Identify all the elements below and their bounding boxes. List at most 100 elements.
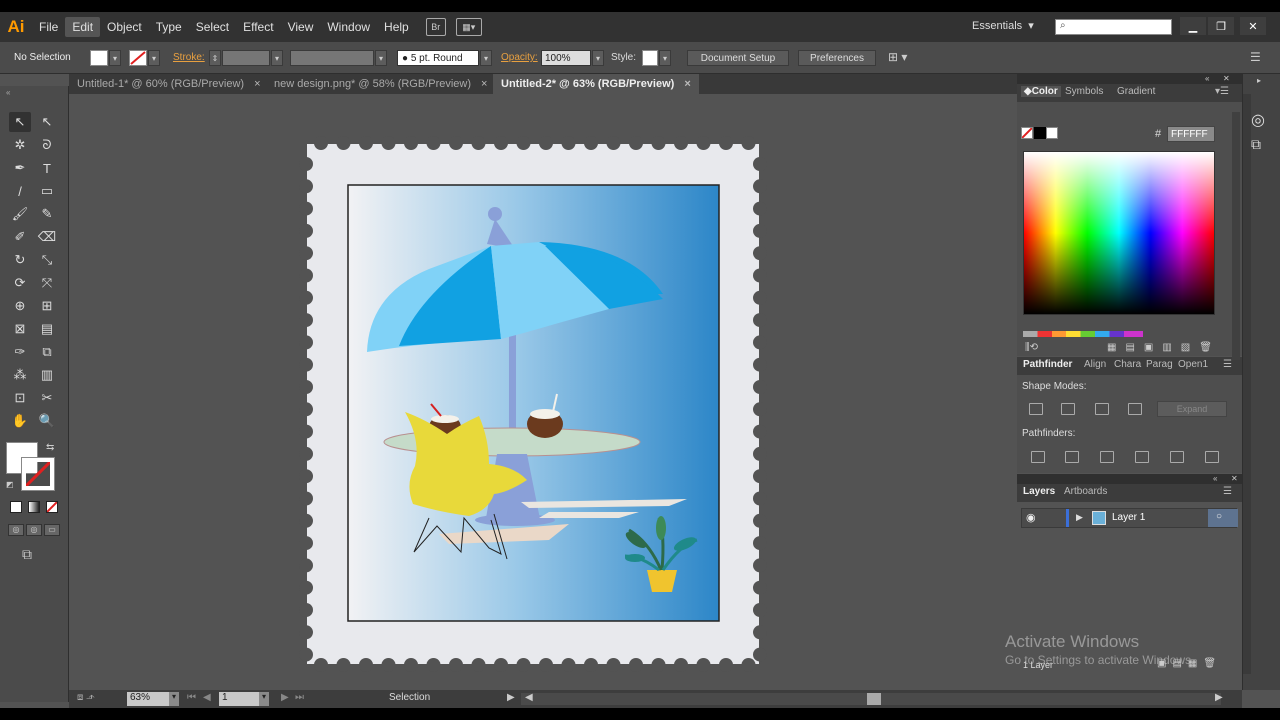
gradient-mode-icon[interactable] (28, 501, 40, 513)
color-spectrum[interactable] (1023, 151, 1215, 315)
blob-brush-icon[interactable]: ✐ (9, 227, 31, 247)
pencil-icon[interactable]: ✎ (36, 204, 58, 224)
menu-view[interactable]: View (281, 17, 321, 37)
paintbrush-icon[interactable]: 🖌 (9, 204, 31, 224)
zoom-field[interactable]: 63% (127, 692, 169, 706)
panel-menu-icon[interactable]: ☰ (1223, 486, 1232, 497)
panel-scrollbar[interactable] (1232, 112, 1240, 360)
variable-width-field[interactable] (290, 50, 374, 66)
lasso-icon[interactable]: ᘐ (36, 135, 58, 155)
none-color-icon[interactable] (1021, 127, 1033, 139)
type-tool-icon[interactable]: T (36, 158, 58, 178)
merge-icon[interactable] (1100, 451, 1114, 463)
last-artboard-icon[interactable]: ⏭ (295, 692, 304, 706)
previous-artboard-icon[interactable]: ◀ (203, 692, 211, 706)
draw-behind-icon[interactable]: ◎ (26, 524, 42, 536)
crop-icon[interactable] (1135, 451, 1149, 463)
tab-symbols[interactable]: Symbols (1065, 86, 1103, 97)
rotate-icon[interactable]: ↻ (9, 250, 31, 270)
menu-help[interactable]: Help (377, 17, 416, 37)
close-icon[interactable]: × (684, 78, 690, 90)
symbol-sprayer-icon[interactable]: ⁂ (9, 365, 31, 385)
artboard-nav-icon[interactable]: ⧈ ⬏ (77, 692, 94, 706)
blend-icon[interactable]: ⧉ (36, 342, 58, 362)
stroke-weight-dropdown[interactable]: ▾ (271, 50, 283, 66)
pen-tool-icon[interactable]: ✒ (9, 158, 31, 178)
black-color-icon[interactable] (1034, 127, 1046, 139)
menu-window[interactable]: Window (320, 17, 377, 37)
tab-artboards[interactable]: Artboards (1064, 486, 1107, 497)
menu-select[interactable]: Select (189, 17, 236, 37)
layer-row[interactable]: ◉ ▶ Layer 1 ○ (1021, 508, 1238, 528)
tab-pathfinder[interactable]: Pathfinder (1023, 359, 1072, 370)
expand-button[interactable]: Expand (1157, 401, 1227, 417)
collapse-icon[interactable]: ▸ (1257, 76, 1261, 85)
tab-new-design[interactable]: new design.png* @ 58% (RGB/Preview) × (266, 74, 495, 94)
stroke-swatch[interactable] (129, 50, 147, 66)
tab-untitled-2[interactable]: Untitled-2* @ 63% (RGB/Preview) × (493, 74, 699, 94)
close-icon[interactable]: × (481, 78, 487, 90)
canvas[interactable] (69, 94, 1017, 690)
tab-align[interactable]: Align (1084, 359, 1106, 370)
tab-character[interactable]: Chara (1114, 359, 1141, 370)
stroke-weight-stepper[interactable]: ⇕ (209, 50, 221, 66)
shape-builder-icon[interactable]: ⊕ (9, 296, 31, 316)
tab-paragraph[interactable]: Parag (1146, 359, 1173, 370)
minus-back-icon[interactable] (1205, 451, 1219, 463)
opacity-field[interactable]: 100% (541, 50, 591, 66)
collapse-icon[interactable]: « (1213, 474, 1217, 483)
next-artboard-icon[interactable]: ▶ (281, 692, 289, 706)
panel-menu-icon[interactable]: ☰ (1223, 359, 1232, 370)
menu-type[interactable]: Type (149, 17, 189, 37)
eye-icon[interactable]: ◉ (1026, 511, 1036, 524)
menu-edit[interactable]: Edit (65, 17, 101, 37)
swap-colors-icon[interactable]: ⇆ (46, 442, 54, 453)
stroke-label[interactable]: Stroke: (173, 52, 205, 68)
outline-icon[interactable] (1170, 451, 1184, 463)
fill-swatch[interactable] (90, 50, 108, 66)
hand-icon[interactable]: ✋ (9, 411, 31, 431)
status-menu-icon[interactable]: ▶ (507, 692, 515, 706)
appearance-icon[interactable]: ◎ (1251, 110, 1271, 130)
tab-color[interactable]: ◆Color (1021, 86, 1061, 97)
width-tool-icon[interactable]: ⟳ (9, 273, 31, 293)
scale-icon[interactable]: ⤡ (36, 250, 58, 270)
white-color-icon[interactable] (1046, 127, 1058, 139)
graphic-styles-icon[interactable]: ⧉ (1251, 136, 1271, 156)
color-mode-icon[interactable] (10, 501, 22, 513)
draw-normal-icon[interactable]: ◎ (8, 524, 24, 536)
fill-dropdown[interactable]: ▾ (109, 50, 121, 66)
arrange-documents-icon[interactable]: ▦▾ (455, 18, 482, 36)
divide-icon[interactable] (1031, 451, 1045, 463)
brush-dropdown[interactable]: ▾ (480, 50, 492, 66)
scroll-right-icon[interactable]: ▶ (1215, 692, 1223, 706)
selection-tool-icon[interactable]: ↖ (9, 112, 31, 132)
menu-file[interactable]: File (32, 17, 65, 37)
eraser-icon[interactable]: ⌫ (36, 227, 58, 247)
graph-icon[interactable]: ▥ (36, 365, 58, 385)
opacity-label[interactable]: Opacity: (501, 52, 538, 68)
panel-menu-icon[interactable]: ▾☰ (1215, 86, 1229, 97)
close-icon[interactable]: × (254, 78, 260, 90)
scroll-left-icon[interactable]: ◀ (525, 692, 533, 706)
arrange-icon[interactable]: ⊞ ▾ (888, 50, 918, 66)
eyedropper-icon[interactable]: ✑ (9, 342, 31, 362)
restore-icon[interactable]: ❐ (1208, 17, 1234, 35)
slice-icon[interactable]: ✂ (36, 388, 58, 408)
tab-opentype[interactable]: Open1 (1178, 359, 1208, 370)
close-icon[interactable]: ✕ (1231, 474, 1238, 483)
artwork[interactable] (69, 94, 1017, 690)
document-setup-button[interactable]: Document Setup (687, 50, 789, 66)
first-artboard-icon[interactable]: ⏮ (187, 692, 196, 706)
rectangle-tool-icon[interactable]: ▭ (36, 181, 58, 201)
panel-bottom-icons[interactable]: ▦▤▣▥▧🗑 (1107, 342, 1221, 353)
scroll-thumb[interactable] (867, 693, 881, 705)
minus-front-icon[interactable] (1061, 403, 1075, 415)
artboard-dropdown[interactable]: ▾ (259, 692, 269, 706)
brush-definition[interactable]: ● 5 pt. Round (397, 50, 479, 66)
exclude-icon[interactable] (1128, 403, 1142, 415)
close-icon[interactable]: ✕ (1223, 74, 1230, 83)
menu-effect[interactable]: Effect (236, 17, 280, 37)
style-swatch[interactable] (642, 50, 658, 66)
zoom-icon[interactable]: 🔍 (36, 411, 58, 431)
